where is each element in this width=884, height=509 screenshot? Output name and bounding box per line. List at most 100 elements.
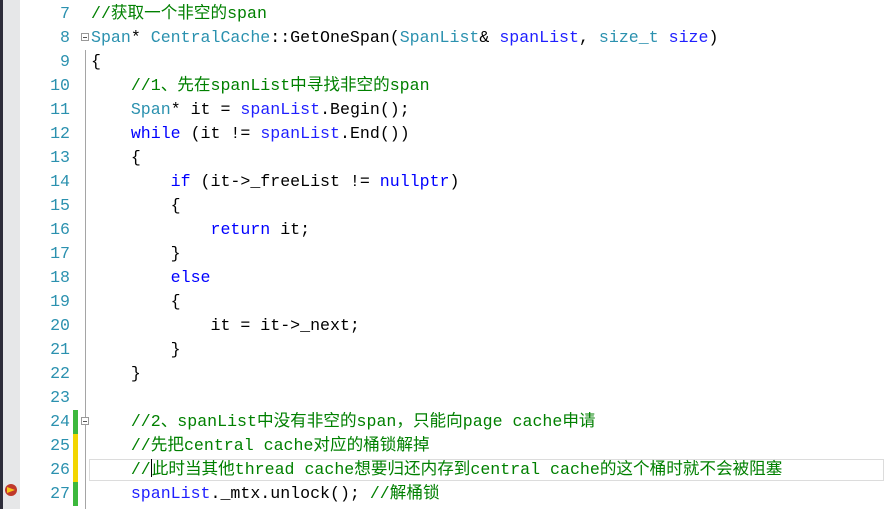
code-line[interactable]: 23 — [0, 386, 884, 410]
code-token: spanList — [260, 124, 340, 143]
change-tracking-bar — [73, 410, 78, 434]
code-token: else — [170, 268, 211, 287]
line-number: 25 — [50, 436, 70, 455]
code-line[interactable]: 18 else — [0, 266, 884, 290]
code-text: it = it->_next; — [91, 314, 360, 338]
code-line[interactable]: 27 spanList._mtx.unlock(); //解桶锁 — [0, 482, 884, 506]
code-token: { — [91, 52, 101, 71]
code-text: //获取一个非空的span — [91, 2, 267, 26]
code-token: //2、spanList中没有非空的span，只能向page cache申请 — [130, 412, 596, 431]
code-text: //先把central cache对应的桶锁解掉 — [91, 434, 430, 458]
code-token: spanList — [130, 484, 211, 503]
code-line[interactable]: 10 //1、先在spanList中寻找非空的span — [0, 74, 884, 98]
code-token: ) — [708, 28, 719, 47]
line-number: 7 — [60, 4, 70, 23]
code-line[interactable]: 11 Span* it = spanList.Begin(); — [0, 98, 884, 122]
code-line[interactable]: 20 it = it->_next; — [0, 314, 884, 338]
code-line[interactable]: 21 } — [0, 338, 884, 362]
code-text: else — [91, 266, 211, 290]
change-tracking-bar — [73, 458, 78, 482]
code-line[interactable]: 25 //先把central cache对应的桶锁解掉 — [0, 434, 884, 458]
code-token: } — [91, 340, 181, 359]
line-number: 20 — [50, 316, 70, 335]
code-text: } — [91, 338, 181, 362]
code-text: } — [91, 362, 141, 386]
code-text: spanList._mtx.unlock(); //解桶锁 — [91, 482, 440, 506]
code-editor[interactable]: 7 //获取一个非空的span8 Span* CentralCache::GetOn… — [0, 2, 884, 506]
code-token: , — [578, 28, 599, 47]
code-token: spanList — [499, 28, 579, 47]
code-line[interactable]: 17 } — [0, 242, 884, 266]
code-token: if — [170, 172, 191, 191]
code-line[interactable]: 15 { — [0, 194, 884, 218]
code-token: it; — [270, 220, 311, 239]
line-number: 26 — [50, 460, 70, 479]
line-number: 27 — [50, 484, 70, 503]
line-number: 15 — [50, 196, 70, 215]
code-token: //先把central cache对应的桶锁解掉 — [130, 436, 430, 455]
code-line[interactable]: 14 if (it->_freeList != nullptr) — [0, 170, 884, 194]
code-token: Span — [91, 28, 131, 47]
code-token: spanList — [240, 100, 321, 119]
code-text: Span* it = spanList.Begin(); — [91, 98, 410, 122]
line-number: 10 — [50, 76, 70, 95]
code-token: { — [91, 148, 141, 167]
code-token: //解桶锁 — [369, 484, 440, 503]
line-number: 11 — [50, 100, 70, 119]
code-token: it = it->_next; — [91, 316, 360, 335]
code-token: size — [668, 28, 709, 47]
code-token: //1、先在spanList中寻找非空的span — [130, 76, 430, 95]
code-text: if (it->_freeList != nullptr) — [91, 170, 460, 194]
code-text: //2、spanList中没有非空的span，只能向page cache申请 — [91, 410, 596, 434]
code-line[interactable]: 7 //获取一个非空的span — [0, 2, 884, 26]
line-number: 18 — [50, 268, 70, 287]
collapse-icon[interactable] — [81, 33, 89, 41]
code-token: * it = — [170, 100, 241, 119]
code-token: //获取一个非空的span — [91, 4, 267, 23]
code-token: size_t — [598, 28, 659, 47]
code-token: ._mtx.unlock(); — [210, 484, 370, 503]
code-token: * — [130, 28, 151, 47]
code-line[interactable]: 8 Span* CentralCache::GetOneSpan(SpanList… — [0, 26, 884, 50]
code-line[interactable]: 9{ — [0, 50, 884, 74]
code-token: ::GetOneSpan( — [270, 28, 400, 47]
code-line[interactable]: 26 //此时当其他thread cache想要归还内存到central cac… — [0, 458, 884, 482]
code-token: (it->_freeList != — [190, 172, 380, 191]
line-number: 19 — [50, 292, 70, 311]
code-line[interactable]: 16 return it; — [0, 218, 884, 242]
code-text: { — [91, 146, 141, 170]
code-line[interactable]: 19 { — [0, 290, 884, 314]
code-token: } — [91, 364, 141, 383]
code-line[interactable]: 22 } — [0, 362, 884, 386]
code-token: (it != — [180, 124, 261, 143]
line-number: 17 — [50, 244, 70, 263]
line-number: 24 — [50, 412, 70, 431]
code-line[interactable]: 12 while (it != spanList.End()) — [0, 122, 884, 146]
code-token: nullptr — [379, 172, 450, 191]
code-token: return — [210, 220, 271, 239]
code-text: } — [91, 242, 181, 266]
line-number: 23 — [50, 388, 70, 407]
code-token: } — [91, 244, 181, 263]
code-token: // — [130, 460, 151, 479]
code-token: 此时当其他thread cache想要归还内存到central cache的这个… — [151, 460, 783, 479]
code-token: while — [130, 124, 181, 143]
code-line[interactable]: 13 { — [0, 146, 884, 170]
line-number: 14 — [50, 172, 70, 191]
line-number: 9 — [60, 52, 70, 71]
code-token: ) — [449, 172, 460, 191]
code-line[interactable]: 24 //2、spanList中没有非空的span，只能向page cache申… — [0, 410, 884, 434]
code-text: { — [91, 290, 181, 314]
code-text: //1、先在spanList中寻找非空的span — [91, 74, 430, 98]
code-token: CentralCache — [150, 28, 271, 47]
line-number: 12 — [50, 124, 70, 143]
collapse-icon[interactable] — [81, 417, 89, 425]
change-tracking-bar — [73, 434, 78, 458]
line-number: 8 — [60, 28, 70, 47]
